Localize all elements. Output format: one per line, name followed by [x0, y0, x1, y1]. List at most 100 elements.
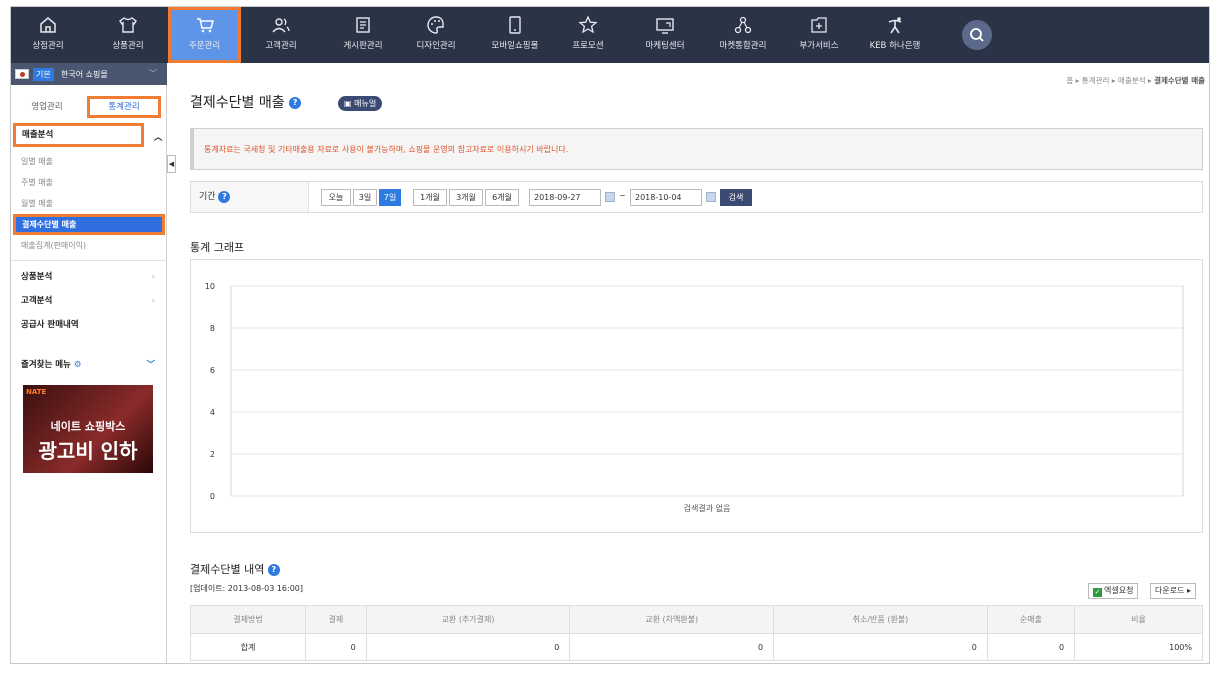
app-window: 상점관리 상품관리 주문관리 고객관리 게시판관리 디자인관리 모바일쇼핑몰 프… [10, 6, 1210, 664]
nav-mobile[interactable]: 모바일쇼핑몰 [479, 7, 551, 63]
nav-extra-services[interactable]: 부가서비스 [787, 7, 851, 63]
star-icon [578, 15, 598, 34]
help-icon[interactable]: ? [289, 97, 302, 109]
list-section-title: 결제수단별 내역 ? [190, 561, 280, 577]
period-button-6months[interactable]: 6개월 [485, 189, 519, 206]
breadcrumb-item[interactable]: 통계관리 [1082, 76, 1110, 85]
menu-item-payment-method[interactable]: 결제수단별 매출 [13, 214, 165, 235]
period-button-3months[interactable]: 3개월 [449, 189, 483, 206]
cart-icon [196, 18, 214, 33]
shop-name: 한국어 쇼핑몰 [61, 70, 108, 79]
breadcrumb-item[interactable]: 홈 [1066, 76, 1073, 85]
menu-item-supplier-sales[interactable]: 공급사 판매내역 [11, 313, 167, 337]
y-tick-label: 4 [210, 408, 215, 417]
nav-label: 주문관리 [188, 41, 221, 51]
board-icon [356, 17, 370, 33]
nav-label: 디자인관리 [416, 41, 456, 51]
period-button-3days[interactable]: 3일 [353, 189, 377, 206]
column-header: 결제방법 [190, 605, 306, 634]
shirt-icon [119, 17, 137, 33]
manual-button[interactable]: ▣ 매뉴얼 [338, 96, 383, 111]
table-cell: 0 [304, 633, 367, 661]
favorites-menu[interactable]: 즐겨찾는 메뉴 ⚙ ﹀ [11, 353, 167, 377]
nav-products[interactable]: 상품관리 [99, 7, 157, 63]
chevron-right-icon: › [151, 272, 155, 282]
nav-promotion[interactable]: 프로모션 [559, 7, 617, 63]
search-button[interactable] [962, 20, 992, 50]
sidebar-menu: 매출분석 ︿ 일별 매출 주별 매출 월별 매출 결제수단별 매출 매출집계(판… [11, 123, 167, 377]
search-button[interactable]: 검색 [720, 189, 752, 206]
payment-method-table: 결제방법 결제 교환 (추가결제) 교환 (차액환불) 취소/반품 (환불) 순… [190, 605, 1203, 661]
search-icon [970, 28, 984, 42]
palette-icon [427, 16, 444, 34]
plot-area [230, 285, 1184, 497]
chevron-up-icon: ︿ [154, 133, 163, 143]
nav-market-integration[interactable]: 마켓통합관리 [707, 7, 779, 63]
menu-group-label: 상품분석 [21, 272, 53, 282]
help-icon[interactable]: ? [218, 190, 231, 203]
help-icon[interactable]: ? [267, 564, 280, 576]
chevron-down-icon: ﹀ [149, 69, 157, 78]
excel-request-button[interactable]: ✓ 엑셀요청 [1088, 583, 1139, 599]
y-tick-label: 8 [210, 324, 215, 333]
start-date-input[interactable]: 2018-09-27 [529, 189, 601, 206]
menu-item-weekly[interactable]: 주별 매출 [11, 172, 167, 193]
divider [11, 260, 167, 261]
period-filter: 기간 ? 오늘 3일 7일 1개월 3개월 6개월 2018-09-27 ~ 2… [190, 181, 1203, 213]
ad-banner[interactable]: NATE 네이트 쇼핑박스 광고비 인하 [23, 385, 153, 473]
breadcrumb-item[interactable]: 매출분석 [1118, 76, 1146, 85]
favorites-label: 즐겨찾는 메뉴 [21, 360, 71, 370]
menu-group-label: 고객분석 [21, 296, 53, 306]
tab-sales-management[interactable]: 영업관리 [17, 96, 77, 118]
chart-section-title: 통계 그래프 [190, 241, 245, 254]
page-title: 결제수단별 매출 ? [190, 92, 302, 112]
nav-label: 상품관리 [112, 41, 144, 51]
menu-group-customer-analysis[interactable]: 고객분석 › [11, 289, 167, 313]
plus-box-icon [811, 17, 827, 33]
main-content: 홈 ▸ 통계관리 ▸ 매출분석 ▸ 결제수단별 매출 결제수단별 매출 ? ▣ … [168, 63, 1209, 663]
nav-keb-hana-bank[interactable]: KEB 하나은행 [859, 7, 931, 63]
column-header: 순매출 [986, 605, 1076, 634]
y-tick-label: 0 [210, 492, 215, 501]
download-button[interactable]: 다운로드 ▸ [1150, 583, 1197, 599]
chevron-down-icon: ﹀ [146, 360, 155, 370]
shop-selector[interactable]: 기본 한국어 쇼핑몰 ﹀ [11, 63, 167, 85]
korea-flag-icon [15, 69, 29, 79]
tab-statistics[interactable]: 통계관리 [87, 96, 161, 118]
nav-customers[interactable]: 고객관리 [252, 7, 310, 63]
list-title-text: 결제수단별 내역 [190, 563, 265, 576]
banner-line1: 네이트 쇼핑박스 [50, 420, 126, 433]
calendar-icon[interactable] [706, 192, 716, 202]
menu-item-aggregate[interactable]: 매출집계(판매이익) [11, 235, 167, 256]
empty-result-message: 검색결과 없음 [684, 503, 731, 513]
period-button-today[interactable]: 오늘 [321, 189, 351, 206]
mobile-icon [509, 16, 521, 34]
end-date-input[interactable]: 2018-10-04 [630, 189, 702, 206]
sidebar-tabs: 영업관리 통계관리 [11, 88, 167, 120]
period-button-1month[interactable]: 1개월 [413, 189, 447, 206]
manual-label: 매뉴얼 [354, 99, 377, 108]
column-header: 교환 (차액환불) [569, 605, 775, 634]
y-tick-label: 10 [205, 282, 215, 291]
nav-orders[interactable]: 주문관리 [168, 7, 241, 63]
menu-group-product-analysis[interactable]: 상품분석 › [11, 265, 167, 289]
breadcrumb-current: 결제수단별 매출 [1154, 76, 1205, 85]
y-tick-label: 6 [210, 366, 215, 375]
nav-label: 마켓통합관리 [719, 41, 767, 51]
nav-marketing[interactable]: 마케팅센터 [633, 7, 697, 63]
nav-design[interactable]: 디자인관리 [404, 7, 468, 63]
calendar-icon[interactable] [605, 192, 615, 202]
banner-logo: NATE [26, 388, 47, 396]
table-cell: 합계 [190, 633, 306, 661]
monitor-icon [656, 18, 674, 34]
menu-section-sales-analysis[interactable]: 매출분석 ︿ [13, 123, 163, 147]
table-header-row: 결제방법 결제 교환 (추가결제) 교환 (차액환불) 취소/반품 (환불) 순… [190, 605, 1203, 634]
period-button-7days[interactable]: 7일 [379, 189, 401, 206]
date-separator: ~ [619, 191, 626, 200]
nav-shop[interactable]: 상점관리 [19, 7, 77, 63]
menu-item-daily[interactable]: 일별 매출 [11, 151, 167, 172]
column-header: 교환 (추가결제) [365, 605, 571, 634]
menu-item-monthly[interactable]: 월별 매출 [11, 193, 167, 214]
nav-board[interactable]: 게시판관리 [331, 7, 395, 63]
table-cell: 0 [986, 633, 1076, 661]
